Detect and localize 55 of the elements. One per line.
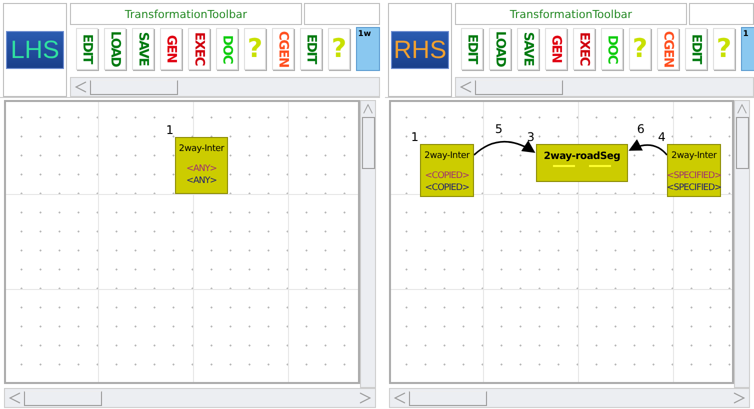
toolbar-button[interactable]: GEN [160,28,182,70]
toolbar-button[interactable]: EXEC [188,28,210,70]
toolbar-button[interactable]: CGEN [272,28,294,70]
toolbar-title: TransformationToolbar [70,3,302,25]
node-number: 3 [527,130,535,144]
attribute-value: <COPIED> [424,182,470,194]
entity-node[interactable]: 2way-Inter <COPIED> <COPIED> [420,144,474,197]
edge-number: 6 [637,122,645,136]
logo-text: RHS [394,38,446,62]
entity-node[interactable]: 2way-roadSeg [536,144,628,182]
toolbar-button[interactable]: CGEN [657,28,679,70]
arrow [628,139,668,156]
toolbar-button[interactable]: GEN [545,28,567,70]
scroll-thumb[interactable] [736,117,748,169]
toolbar-button[interactable]: EDIT [76,28,98,70]
attribute-value: <SPECIFIED> [666,182,722,194]
toolbar-title: TransformationToolbar [455,3,687,25]
toolbar-title-cell [689,3,754,25]
toolbar-button[interactable]: EDIT [461,28,483,70]
toolbar-button[interactable]: SAVE [517,28,539,70]
edge-number: 5 [495,122,503,136]
toolbar-button[interactable]: LOAD [489,28,511,70]
toolbar-button[interactable]: EXEC [573,28,595,70]
toolbar-button[interactable]: LOAD [104,28,126,70]
blank-attribute-line [553,165,575,167]
node-number: 1 [411,130,419,144]
vertical-scrollbar[interactable] [360,100,376,388]
toolbar-button[interactable]: EDIT [300,28,322,70]
canvas[interactable]: 1 2way-Inter <ANY> <ANY> [4,100,360,384]
scroll-thumb[interactable] [362,117,374,169]
node-title: 2way-roadSeg [544,151,620,162]
node-title: 2way-Inter [671,151,717,161]
attribute-value: <ANY> [186,163,217,175]
entity-node[interactable]: 2way-Inter <SPECIFIED> <SPECIFIED> [667,144,721,197]
toolbar-button[interactable]: EDIT [685,28,707,70]
vertical-scrollbar[interactable] [734,100,750,388]
toolbar-button[interactable]: SAVE [132,28,154,70]
node-number: 1 [166,123,174,137]
canvas[interactable]: 1 2way-Inter <COPIED> <COPIED> 5 3 2way-roadSeg 6 4 2way-Inter <SPECIFIED> <SPECIFIED> [389,100,734,384]
node-number: 4 [658,130,666,144]
horizontal-scrollbar[interactable] [389,388,750,408]
horizontal-scrollbar[interactable] [70,77,380,97]
node-title: 2way-Inter [178,144,224,154]
logo-text: LHS [10,38,60,62]
entity-node[interactable]: 2way-Inter <ANY> <ANY> [175,137,228,194]
horizontal-scrollbar[interactable] [455,77,754,97]
attribute-value: <SPECIFIED> [666,170,722,182]
toolbar-tile[interactable]: 1w [356,27,380,71]
attribute-value: <ANY> [186,175,217,187]
horizontal-scrollbar[interactable] [4,388,376,408]
blank-attribute-line [589,165,611,167]
node-title: 2way-Inter [424,151,470,161]
attribute-value: <COPIED> [424,170,470,182]
arrow [473,140,536,156]
toolbar-tile[interactable]: 1 [741,27,754,71]
